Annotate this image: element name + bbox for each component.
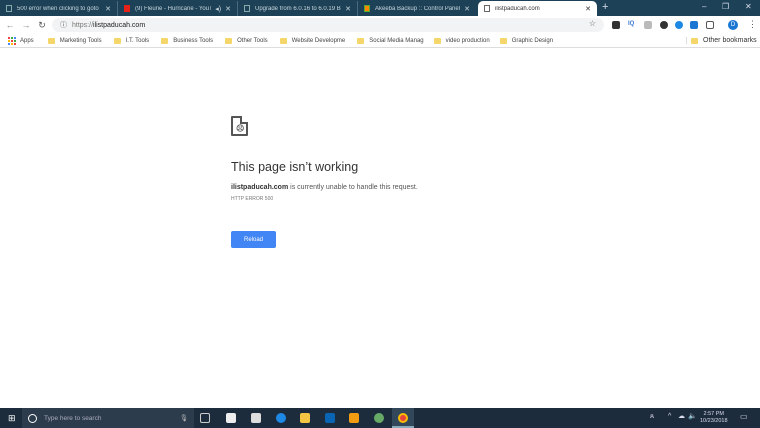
error-page: ☹ This page isn’t working ilistpaducah.c… — [231, 116, 418, 248]
tab-upgrade[interactable]: Upgrade from 6.0.16 to 6.0.19 Br ✕ — [238, 1, 358, 16]
tab-500-error[interactable]: 500 error when clicking to goto ✕ — [0, 1, 118, 16]
back-button[interactable]: ← — [4, 20, 16, 30]
action-center-icon[interactable]: ▭ — [740, 413, 748, 421]
youtube-icon — [124, 5, 130, 12]
tab-ilistpaducah[interactable]: ilistpaducah.com ✕ — [478, 1, 597, 16]
bookmark-folder[interactable]: I.T. Tools — [113, 37, 149, 44]
bookmark-folder[interactable]: Website Developme — [279, 37, 345, 44]
error-code: HTTP ERROR 500 — [231, 196, 274, 202]
folder-icon — [357, 37, 365, 44]
speaker-icon[interactable]: ◂) — [215, 5, 221, 13]
clock[interactable]: 2:57 PM 10/23/2018 — [700, 411, 728, 425]
info-icon[interactable]: ⓘ — [60, 20, 67, 30]
error-title: This page isn’t working — [231, 160, 359, 174]
joomla-icon — [364, 5, 370, 12]
folder-icon — [691, 37, 698, 44]
minimize-button[interactable]: – — [702, 2, 706, 11]
reload-button[interactable]: Reload — [231, 231, 276, 248]
taskbar-search[interactable]: Type here to search 🎙 — [22, 408, 194, 428]
extension-icon[interactable] — [644, 21, 652, 29]
bookmark-apps[interactable]: Apps — [8, 36, 34, 45]
new-tab-button[interactable]: + — [602, 1, 608, 13]
bookmark-folder[interactable]: Business Tools — [161, 37, 213, 44]
outlook-icon[interactable] — [325, 413, 335, 423]
folder-icon — [161, 37, 169, 44]
tab-youtube[interactable]: (9) Fleurie - Hurricane - YouT ◂) ✕ — [118, 1, 238, 16]
edge-icon[interactable] — [276, 413, 286, 423]
close-window-button[interactable]: ✕ — [745, 2, 752, 11]
extension-icon[interactable] — [675, 21, 683, 29]
folder-icon — [47, 37, 55, 44]
close-icon[interactable]: ✕ — [225, 5, 231, 13]
page-icon — [244, 5, 250, 12]
page-icon — [484, 5, 490, 12]
file-explorer-icon[interactable] — [300, 413, 310, 423]
store-icon[interactable] — [226, 413, 236, 423]
volume-icon[interactable]: 🔈 — [688, 413, 697, 420]
close-icon[interactable]: ✕ — [345, 5, 351, 13]
folder-icon — [225, 37, 233, 44]
microphone-icon[interactable]: 🎙 — [180, 414, 188, 422]
bookmarks-bar: Apps Marketing Tools I.T. Tools Business… — [0, 34, 760, 48]
people-icon[interactable]: ጰ — [650, 413, 654, 420]
extension-icon[interactable] — [690, 21, 698, 29]
onedrive-icon[interactable]: ☁ — [678, 413, 685, 420]
maximize-button[interactable]: ❐ — [722, 2, 729, 11]
app-icon[interactable] — [374, 413, 384, 423]
shield-icon[interactable] — [706, 21, 714, 29]
forward-button[interactable]: → — [20, 20, 32, 30]
app-icon[interactable] — [349, 413, 359, 423]
folder-icon — [279, 37, 287, 44]
error-description: ilistpaducah.com is currently unable to … — [231, 184, 418, 191]
cortana-icon — [28, 413, 37, 423]
reload-icon[interactable]: ↻ — [36, 20, 48, 31]
extension-icon[interactable] — [660, 21, 668, 29]
tab-akeeba[interactable]: Akeeba Backup :: Control Panel ✕ — [358, 1, 476, 16]
avatar[interactable]: D — [728, 20, 738, 30]
close-icon[interactable]: ✕ — [585, 5, 591, 13]
address-bar[interactable]: ⓘ https://ilistpaducah.com ☆ — [52, 18, 604, 32]
close-icon[interactable]: ✕ — [464, 5, 470, 13]
chrome-taskbar-button[interactable] — [392, 408, 414, 428]
folder-icon — [113, 37, 121, 44]
mail-icon[interactable] — [251, 413, 261, 423]
chrome-icon — [398, 413, 408, 423]
bookmark-folder[interactable]: Social Media Manag — [357, 37, 424, 44]
other-bookmarks[interactable]: Other bookmarks — [686, 37, 757, 44]
bookmark-folder[interactable]: Other Tools — [225, 37, 268, 44]
bookmark-folder[interactable]: video production — [433, 37, 490, 44]
menu-icon[interactable]: ⋮ — [748, 19, 757, 29]
task-view-icon[interactable] — [200, 413, 210, 423]
windows-start-icon[interactable]: ⊞ — [8, 413, 16, 424]
apps-icon — [8, 36, 16, 45]
iq-extension-icon[interactable]: IQ — [628, 21, 635, 29]
bookmark-folder[interactable]: Graphic Design — [499, 37, 553, 44]
sad-page-icon: ☹ — [231, 116, 248, 136]
page-icon — [6, 5, 12, 12]
folder-icon — [433, 37, 441, 44]
tray-chevron-icon[interactable]: ^ — [668, 413, 671, 420]
folder-icon — [499, 37, 507, 44]
tab-strip: 500 error when clicking to goto ✕ (9) Fle… — [0, 0, 760, 16]
bookmark-star-icon[interactable]: ☆ — [589, 19, 596, 28]
bookmark-folder[interactable]: Marketing Tools — [47, 37, 102, 44]
extension-icon[interactable] — [612, 21, 620, 29]
close-icon[interactable]: ✕ — [105, 5, 111, 13]
taskbar: ⊞ Type here to search 🎙 ጰ ^ ☁ 🔈 2:57 PM 1… — [0, 408, 760, 428]
